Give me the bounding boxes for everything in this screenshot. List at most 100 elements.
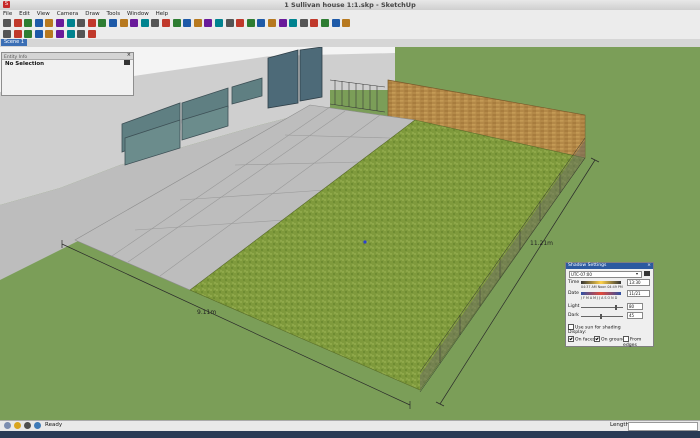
- pan-icon[interactable]: [246, 19, 255, 27]
- circle-icon[interactable]: [77, 19, 86, 27]
- walk-icon[interactable]: [321, 19, 329, 27]
- on-ground-checkbox[interactable]: [594, 336, 600, 342]
- date-label: Date: [568, 291, 579, 296]
- menu-window[interactable]: Window: [127, 10, 149, 18]
- time-input[interactable]: 13:30: [627, 279, 650, 286]
- tape-measure-icon[interactable]: [172, 19, 181, 27]
- main-toolbar: [0, 18, 700, 29]
- zoom-icon[interactable]: [257, 19, 266, 27]
- dimension-icon[interactable]: [183, 19, 192, 27]
- shadow-toggle-icon[interactable]: [644, 271, 650, 276]
- date-slider[interactable]: [581, 292, 621, 295]
- materials-icon[interactable]: [77, 30, 86, 38]
- orbit-icon[interactable]: [236, 19, 245, 27]
- entity-info-panel: Entity Info × No Selection: [1, 52, 134, 96]
- measurements-input[interactable]: [628, 422, 698, 431]
- help-icon[interactable]: [24, 422, 31, 429]
- menu-bar: File Edit View Camera Draw Tools Window …: [0, 10, 700, 18]
- dimension-width-label: 9.11m: [197, 309, 217, 316]
- dark-slider-thumb[interactable]: [599, 314, 602, 319]
- dark-label: Dark: [568, 313, 579, 318]
- make-component-icon[interactable]: [34, 19, 43, 27]
- menu-file[interactable]: File: [3, 10, 12, 18]
- menu-edit[interactable]: Edit: [19, 10, 30, 18]
- light-slider-thumb[interactable]: [614, 305, 617, 310]
- origin-point: [363, 240, 367, 244]
- close-icon[interactable]: ×: [647, 263, 651, 269]
- measurements-label: Length: [610, 422, 629, 428]
- credits-icon[interactable]: [14, 422, 21, 429]
- time-slider[interactable]: [581, 281, 621, 284]
- move-icon[interactable]: [130, 19, 139, 27]
- model-viewport[interactable]: 9.11m 11.21m: [0, 47, 700, 420]
- light-slider[interactable]: [581, 307, 623, 308]
- time-label: Time: [568, 280, 580, 285]
- push-pull-icon[interactable]: [109, 19, 117, 27]
- paint-bucket-icon[interactable]: [24, 19, 33, 27]
- previous-view-icon[interactable]: [289, 19, 298, 27]
- section-plane-icon[interactable]: [342, 19, 351, 27]
- dark-slider[interactable]: [581, 316, 623, 317]
- eraser-icon[interactable]: [13, 19, 22, 27]
- zoom-window-icon[interactable]: [268, 19, 276, 27]
- tab-scene-1[interactable]: Scene 1: [1, 39, 28, 46]
- rotate-icon[interactable]: [140, 19, 149, 27]
- line-icon[interactable]: [45, 19, 54, 27]
- menu-help[interactable]: Help: [156, 10, 169, 18]
- axes-icon[interactable]: [215, 19, 223, 27]
- back-view-icon[interactable]: [45, 30, 54, 38]
- 3d-text-icon[interactable]: [225, 19, 234, 27]
- components-icon[interactable]: [66, 30, 75, 38]
- dark-input[interactable]: 45: [627, 312, 643, 319]
- arc-icon[interactable]: [87, 19, 96, 27]
- on-ground-label: On ground: [601, 337, 626, 343]
- light-input[interactable]: 80: [627, 303, 643, 310]
- shadow-settings-title: Shadow Settings: [568, 263, 607, 268]
- offset-icon[interactable]: [162, 19, 170, 27]
- position-camera-icon[interactable]: [310, 19, 319, 27]
- menu-view[interactable]: View: [37, 10, 50, 18]
- date-ticks: J F M A M J J A S O N D: [581, 296, 618, 300]
- chevron-down-icon[interactable]: ▾: [636, 271, 638, 276]
- entity-info-title: Entity Info: [4, 55, 28, 60]
- close-icon[interactable]: ×: [127, 52, 131, 58]
- on-ground-option[interactable]: On ground: [594, 336, 625, 343]
- geo-location-icon[interactable]: [4, 422, 11, 429]
- menu-draw[interactable]: Draw: [85, 10, 99, 18]
- follow-me-icon[interactable]: [119, 19, 128, 27]
- next-view-icon[interactable]: [299, 19, 308, 27]
- left-view-icon[interactable]: [56, 30, 64, 38]
- shadow-settings-header[interactable]: Shadow Settings ×: [566, 263, 653, 269]
- date-input[interactable]: 11/21: [627, 290, 650, 297]
- look-around-icon[interactable]: [331, 19, 340, 27]
- panel-toggle-icon[interactable]: [124, 60, 130, 65]
- status-bar: Ready Length: [0, 420, 700, 431]
- front-view-icon[interactable]: [24, 30, 33, 38]
- on-faces-checkbox[interactable]: [568, 336, 574, 342]
- glass-door-1: [267, 49, 299, 109]
- right-view-icon[interactable]: [34, 30, 43, 38]
- status-text: Ready: [45, 422, 63, 428]
- protractor-icon[interactable]: [193, 19, 202, 27]
- iso-view-icon[interactable]: [3, 30, 11, 38]
- zoom-extents-icon[interactable]: [278, 19, 287, 27]
- rectangle-icon[interactable]: [66, 19, 75, 27]
- light-label: Light: [568, 304, 580, 309]
- polygon-icon[interactable]: [98, 19, 107, 27]
- views-toolbar: [0, 29, 700, 39]
- display-label: Display:: [568, 330, 587, 335]
- from-edges-checkbox[interactable]: [623, 336, 629, 342]
- menu-tools[interactable]: Tools: [107, 10, 121, 18]
- entity-info-header[interactable]: Entity Info ×: [2, 52, 133, 60]
- text-icon[interactable]: [204, 19, 213, 27]
- on-faces-option[interactable]: On faces: [568, 336, 595, 343]
- menu-camera[interactable]: Camera: [57, 10, 79, 18]
- select-icon[interactable]: [3, 19, 11, 27]
- from-edges-option[interactable]: From edges: [623, 336, 653, 348]
- info-icon[interactable]: [34, 422, 41, 429]
- top-view-icon[interactable]: [13, 30, 22, 38]
- scale-icon[interactable]: [151, 19, 160, 27]
- freehand-icon[interactable]: [56, 19, 64, 27]
- styles-icon[interactable]: [87, 30, 96, 38]
- timezone-select[interactable]: UTC-07:00: [569, 271, 642, 278]
